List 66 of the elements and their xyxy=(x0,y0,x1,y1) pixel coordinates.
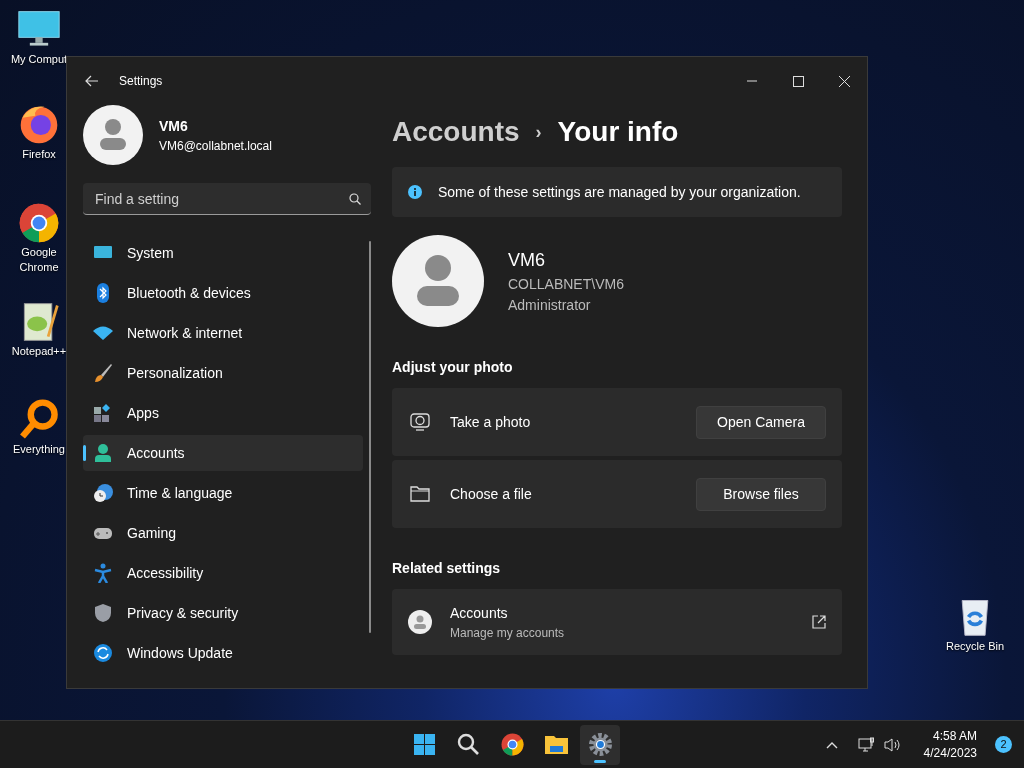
close-icon xyxy=(838,75,850,87)
section-heading: Adjust your photo xyxy=(392,358,514,377)
breadcrumb-link[interactable]: Accounts xyxy=(392,111,520,153)
scrollbar[interactable] xyxy=(369,241,371,633)
info-icon xyxy=(408,185,422,199)
external-link-icon xyxy=(812,615,826,629)
action-button[interactable]: Browse files xyxy=(696,477,826,511)
network-icon[interactable] xyxy=(857,736,876,753)
window-title: Settings xyxy=(119,73,163,90)
back-icon[interactable] xyxy=(85,75,99,87)
maximize-icon xyxy=(792,75,804,87)
nav-item[interactable]: Bluetooth & devices xyxy=(83,275,363,311)
folder-icon xyxy=(410,484,430,504)
nav-item[interactable]: Network & internet xyxy=(83,315,363,351)
notification-count[interactable]: 2 xyxy=(995,736,1012,753)
start-icon xyxy=(411,732,437,757)
icon-label: Firefox xyxy=(22,147,56,162)
camera-icon xyxy=(410,412,430,432)
icon-label: My Comput xyxy=(10,52,68,67)
browser-icon xyxy=(499,732,525,757)
account-role: Administrator xyxy=(508,295,592,315)
nav-item[interactable]: Gaming xyxy=(83,515,363,551)
nav-item[interactable]: Accessibility xyxy=(83,555,363,591)
avatar xyxy=(83,105,143,165)
person-icon xyxy=(93,443,113,463)
brush-icon xyxy=(93,363,113,383)
section-heading: Related settings xyxy=(392,559,502,578)
notice-text: Some of these settings are managed by your organization. xyxy=(438,182,801,202)
gear-icon xyxy=(587,732,613,757)
taskbar-button[interactable] xyxy=(580,724,620,765)
user-name: VM6 xyxy=(159,116,189,136)
icon-label: Notepad++ xyxy=(11,344,67,359)
link-title: Accounts xyxy=(450,603,509,623)
link-subtitle: Manage my accounts xyxy=(450,624,565,642)
nav-item[interactable]: Personalization xyxy=(83,355,363,391)
page-title: Your info xyxy=(557,115,679,149)
row-label: Choose a file xyxy=(450,484,532,504)
nav-item[interactable]: Apps xyxy=(83,395,363,431)
action-button[interactable]: Open Camera xyxy=(696,405,826,439)
clock-date[interactable]: 4/24/2023 xyxy=(923,744,977,762)
refresh-icon xyxy=(93,643,113,663)
account-name: COLLABNET\VM6 xyxy=(508,274,624,294)
accessibility-icon xyxy=(93,563,113,583)
profile-name: VM6 xyxy=(508,248,546,272)
shield-icon xyxy=(93,603,113,623)
related-setting-link[interactable]: Accounts Manage my accounts xyxy=(392,589,842,655)
search-icon xyxy=(349,192,361,205)
icon-label: Recycle Bin xyxy=(945,639,1005,654)
chevron-up-icon[interactable] xyxy=(825,740,838,749)
icon-label: Everything xyxy=(13,442,65,457)
speaker-icon[interactable] xyxy=(883,736,902,753)
nav-item[interactable]: Privacy & security xyxy=(83,595,363,631)
apps-icon xyxy=(93,403,113,423)
person-icon xyxy=(408,610,432,634)
user-email: VM6@collabnet.local xyxy=(159,137,272,155)
search-icon xyxy=(455,732,481,757)
row-label: Take a photo xyxy=(450,412,531,432)
clock-time[interactable]: 4:58 AM xyxy=(932,727,977,745)
icon-label: Google Chrome xyxy=(18,245,60,275)
nav-item[interactable]: Windows Update xyxy=(83,635,363,671)
globe-clock-icon xyxy=(93,483,113,503)
breadcrumb-separator: › xyxy=(535,120,542,144)
nav-item[interactable]: System xyxy=(83,235,363,271)
browser-icon[interactable] xyxy=(17,201,61,245)
nav-item[interactable]: Accounts xyxy=(83,435,363,471)
nav-item[interactable]: Time & language xyxy=(83,475,363,511)
